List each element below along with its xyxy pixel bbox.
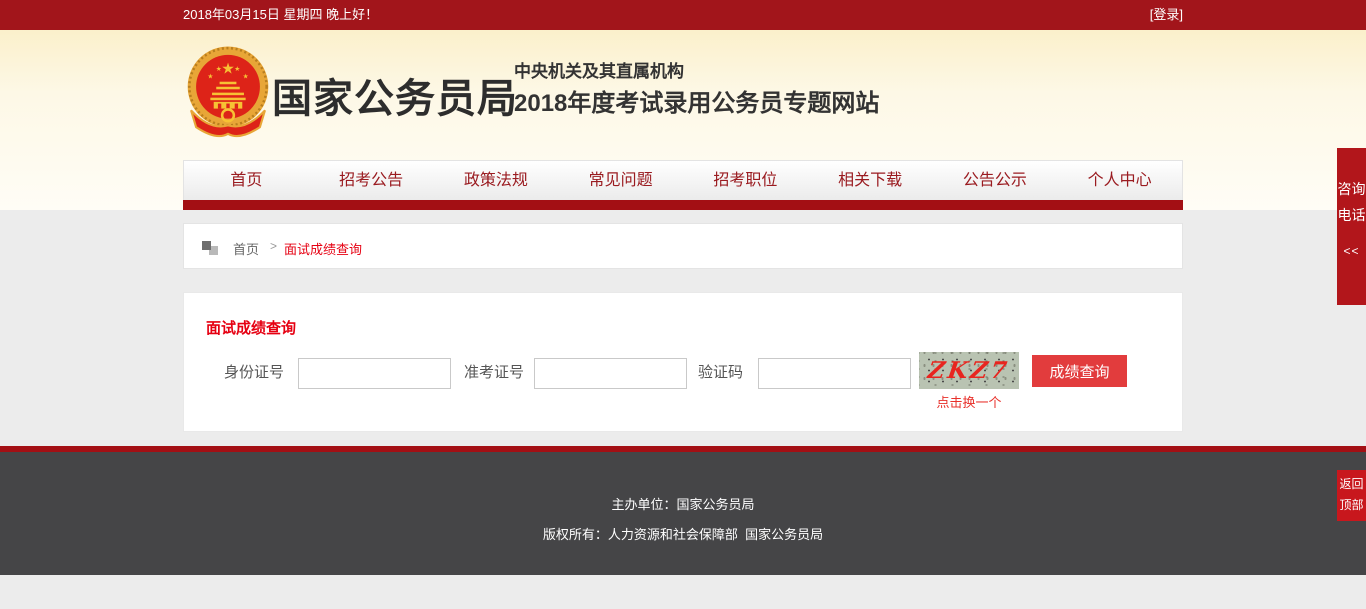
id-number-input[interactable] <box>298 358 451 389</box>
nav-item-public-notices[interactable]: 公告公示 <box>933 161 1058 200</box>
score-query-button[interactable]: 成绩查询 <box>1032 355 1127 387</box>
site-subtitle-org: 中央机关及其直属机构 <box>514 57 684 82</box>
svg-text:★: ★ <box>216 66 222 73</box>
panel-title: 面试成绩查询 <box>206 317 296 338</box>
nav-underline <box>183 200 1183 210</box>
captcha-refresh-link[interactable]: 点击换一个 <box>919 392 1019 411</box>
captcha-image[interactable]: ZKZ7 <box>919 352 1019 389</box>
breadcrumb-separator: > <box>270 239 277 253</box>
china-national-emblem-icon: ★ ★ ★ ★ ★ <box>186 44 270 148</box>
login-link[interactable]: [登录] <box>1150 0 1183 30</box>
svg-text:★: ★ <box>243 73 249 80</box>
collapse-arrows-icon[interactable]: << <box>1337 244 1366 258</box>
footer-copyright: 版权所有：人力资源和社会保障部 国家公务员局 <box>0 524 1366 543</box>
ticket-number-input[interactable] <box>534 358 687 389</box>
captcha-label: 验证码 <box>698 357 743 389</box>
top-bar: 2018年03月15日 星期四 晚上好！ [登录] <box>0 0 1366 30</box>
back-to-top-button[interactable]: 返回顶部 <box>1337 470 1366 521</box>
svg-text:★: ★ <box>234 66 240 73</box>
datetime-text: 2018年03月15日 星期四 晚上好！ <box>183 0 378 30</box>
breadcrumb-current: 面试成绩查询 <box>284 239 362 258</box>
nav-item-home[interactable]: 首页 <box>184 161 309 200</box>
nav-item-positions[interactable]: 招考职位 <box>683 161 808 200</box>
breadcrumb: 首页 > 面试成绩查询 <box>183 223 1183 269</box>
nav-item-downloads[interactable]: 相关下载 <box>808 161 933 200</box>
interview-score-query-panel: 面试成绩查询 身份证号 准考证号 验证码 ZKZ7 点击换一个 成绩查询 <box>183 292 1183 432</box>
captcha-text: ZKZ7 <box>926 352 1013 389</box>
breadcrumb-home-link[interactable]: 首页 <box>233 239 259 258</box>
ticket-number-label: 准考证号 <box>464 357 524 389</box>
page-footer: 主办单位：国家公务员局 版权所有：人力资源和社会保障部 国家公务员局 <box>0 452 1366 575</box>
consult-phone-label: 咨询电话 <box>1337 176 1366 228</box>
id-number-label: 身份证号 <box>224 357 284 389</box>
nav-item-faq[interactable]: 常见问题 <box>558 161 683 200</box>
site-name: 国家公务员局 <box>272 66 518 124</box>
site-subtitle-year: 2018年度考试录用公务员专题网站 <box>514 83 879 118</box>
main-nav: 首页 招考公告 政策法规 常见问题 招考职位 相关下载 公告公示 个人中心 <box>183 160 1183 200</box>
location-icon <box>202 241 211 250</box>
consult-phone-tab[interactable]: 咨询电话 << <box>1337 148 1366 305</box>
captcha-input[interactable] <box>758 358 911 389</box>
svg-text:★: ★ <box>221 60 235 77</box>
nav-item-announcements[interactable]: 招考公告 <box>309 161 434 200</box>
nav-item-policies[interactable]: 政策法规 <box>434 161 559 200</box>
nav-item-personal-center[interactable]: 个人中心 <box>1057 161 1182 200</box>
footer-organizer: 主办单位：国家公务员局 <box>0 494 1366 513</box>
svg-text:★: ★ <box>207 73 213 80</box>
